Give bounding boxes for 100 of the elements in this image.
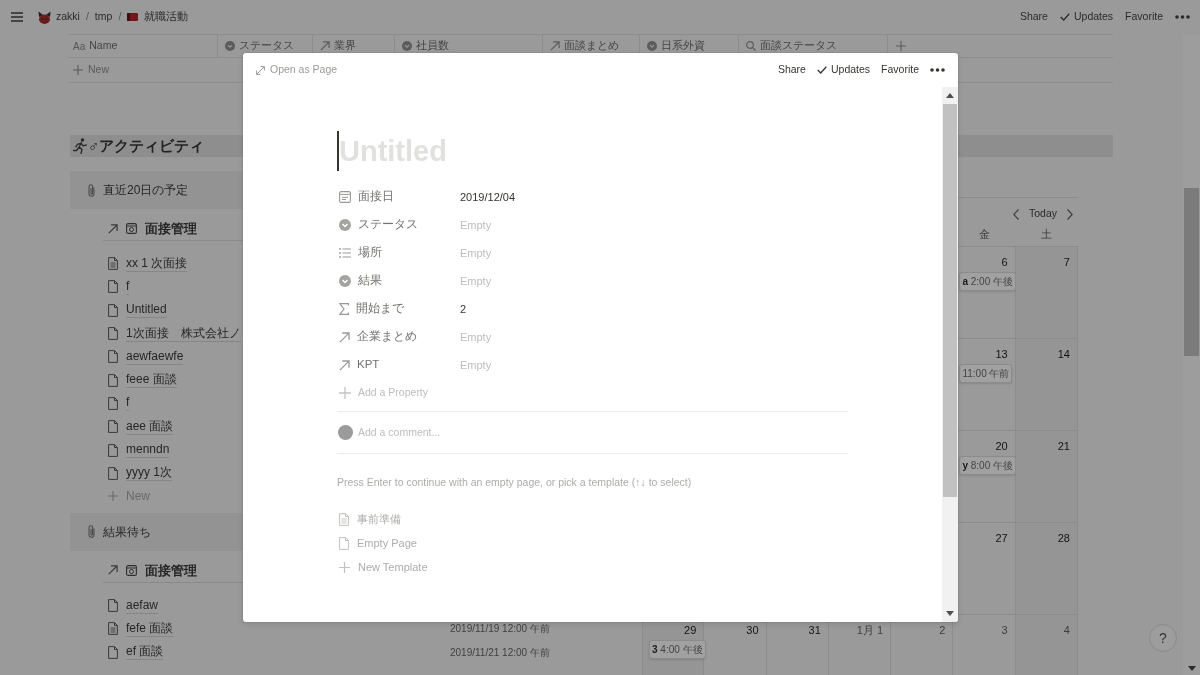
page-link[interactable]: 1次面接 株式会社ノ <box>126 325 241 342</box>
plus-icon <box>339 561 350 573</box>
arrow-up-right-icon <box>108 223 118 234</box>
chevron-left-icon[interactable] <box>1012 208 1019 220</box>
property-name[interactable]: 開始まで <box>337 297 456 321</box>
toolbar-button[interactable]: Updates <box>1059 9 1114 25</box>
hint-text: Press Enter to continue with an empty page, or pick a template (↑↓ to select) <box>337 475 693 489</box>
chevron-right-icon[interactable] <box>1067 208 1073 220</box>
text-type-glyph: Aa <box>73 39 86 54</box>
breadcrumb[interactable]: tmp <box>94 9 113 25</box>
event-card[interactable]: 11:00 午前 <box>959 364 1013 383</box>
view-title[interactable]: 面接管理 <box>145 218 197 239</box>
arrow-up-right-icon <box>108 565 118 576</box>
scrollbar[interactable] <box>942 87 958 622</box>
more-icon[interactable] <box>930 68 945 72</box>
view-title[interactable]: 面接管理 <box>145 560 197 581</box>
day-number: 30 <box>746 623 759 638</box>
help-button[interactable]: ? <box>1149 624 1177 652</box>
chevron-circle-icon <box>402 41 412 51</box>
event-card[interactable]: y 8:00 午後 <box>959 456 1016 475</box>
weekday-label: 土 <box>1041 227 1053 243</box>
check-icon <box>816 66 827 74</box>
check-icon <box>1059 13 1070 21</box>
arrow-up-right-icon <box>320 41 330 51</box>
page-link[interactable]: aefaw <box>126 597 159 614</box>
page-link[interactable]: f <box>126 278 130 295</box>
paperclip-icon <box>88 525 95 539</box>
property-name[interactable]: 企業まとめ <box>337 325 456 349</box>
list-icon <box>339 248 351 258</box>
day-number: 1月 1 <box>856 623 884 638</box>
page-link[interactable]: f <box>126 395 130 412</box>
breadcrumb-separator: / <box>118 9 122 25</box>
runner-icon <box>73 138 87 154</box>
chevron-circle-icon <box>647 41 657 51</box>
day-number: 27 <box>995 531 1008 546</box>
day-number: 14 <box>1057 347 1070 362</box>
event-card[interactable]: 3 4:00 午後 <box>649 640 706 659</box>
date-text: 2019/11/19 12:00 午前 <box>450 622 550 637</box>
search-icon <box>746 41 756 51</box>
triangle-down-icon[interactable] <box>946 611 954 616</box>
expand-icon <box>256 65 265 75</box>
property-name[interactable]: ステータス <box>337 213 456 237</box>
triangle-up-icon[interactable] <box>946 93 954 98</box>
property-name[interactable]: KPT <box>337 353 456 377</box>
document-lines-icon <box>339 512 349 526</box>
day-number: 20 <box>995 439 1008 454</box>
menu-icon[interactable] <box>11 12 23 22</box>
page-link[interactable]: yyyy 1次 <box>126 465 172 482</box>
event-card[interactable]: a 2:00 午後 <box>959 272 1016 291</box>
column-header[interactable]: Aa Name <box>68 35 218 57</box>
chevron-circle-icon <box>339 219 351 231</box>
toolbar-button[interactable]: Share <box>1019 9 1048 25</box>
scrollbar-thumb[interactable] <box>943 104 957 497</box>
property-value[interactable]: 2 <box>456 300 467 318</box>
property-value[interactable]: 2019/12/04 <box>456 188 516 206</box>
cat-head-icon <box>38 10 51 24</box>
page-link[interactable]: menndn <box>126 442 170 458</box>
breadcrumb[interactable]: zakki <box>38 9 80 25</box>
day-number: 6 <box>1001 255 1008 270</box>
today-button[interactable]: Today <box>1028 206 1057 222</box>
toolbar-button[interactable]: Favorite <box>1125 9 1163 25</box>
scrollbar-thumb[interactable] <box>1184 188 1199 356</box>
arrow-up-right-icon <box>550 41 560 51</box>
callout-text: 結果待ち <box>103 523 151 541</box>
day-number: 3 <box>1001 623 1008 638</box>
day-number: 13 <box>995 347 1008 362</box>
weekday-label: 金 <box>979 227 991 243</box>
page-link[interactable]: xx 1 次面接 <box>126 255 188 272</box>
toolbar-button[interactable]: Share <box>777 62 806 78</box>
callout-text: 直近20日の予定 <box>103 182 189 199</box>
open-as-page-button[interactable]: Open as Page <box>256 62 338 78</box>
chevron-circle-icon <box>339 275 351 287</box>
day-number: 29 <box>684 623 697 638</box>
arrow-up-right-icon <box>339 331 350 343</box>
arrow-up-right-icon <box>339 359 350 371</box>
day-number: 31 <box>808 623 821 638</box>
day-number: 21 <box>1057 439 1070 454</box>
book-icon <box>127 13 139 21</box>
document-icon <box>339 536 349 550</box>
page-link[interactable]: feee 面談 <box>126 372 177 389</box>
property-name[interactable]: 場所 <box>337 241 456 265</box>
avatar <box>338 425 353 440</box>
property-name[interactable]: 面接日 <box>337 185 456 209</box>
plus-icon <box>73 65 83 75</box>
paperclip-icon <box>88 183 95 197</box>
property-name[interactable]: 結果 <box>337 269 456 293</box>
page-link[interactable]: fefe 面談 <box>126 620 174 637</box>
page-link[interactable]: aewfaewfe <box>126 348 184 365</box>
page-link[interactable]: ef 面談 <box>126 644 164 661</box>
triangle-down-icon[interactable] <box>1187 665 1196 671</box>
heading-text: ♂アクティビティ <box>88 135 205 156</box>
toolbar-button[interactable]: Updates <box>816 62 871 78</box>
breadcrumb[interactable]: 就職活動 <box>127 9 189 25</box>
page-link[interactable]: Untitled <box>126 302 167 319</box>
plus-icon <box>339 387 351 399</box>
more-icon[interactable] <box>1175 15 1190 19</box>
page-link[interactable]: aee 面談 <box>126 418 174 435</box>
chevron-circle-icon <box>225 41 235 51</box>
toolbar-button[interactable]: Favorite <box>881 62 919 78</box>
sigma-icon <box>339 303 349 315</box>
